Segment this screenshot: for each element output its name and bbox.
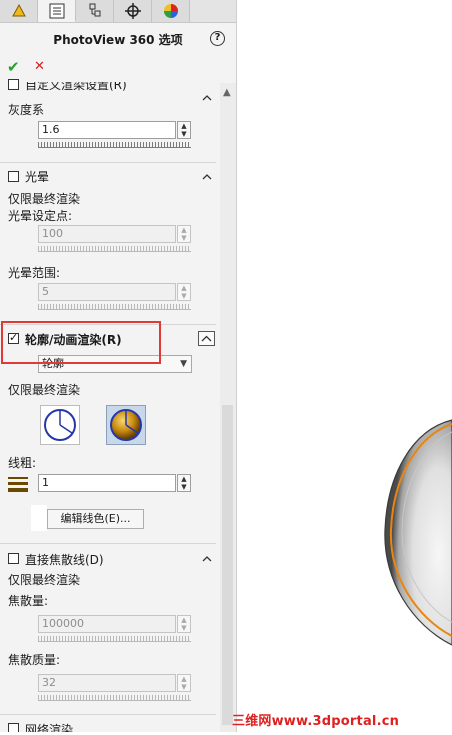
caustics-checkbox[interactable] [8,553,19,564]
chevron-up-icon [201,335,212,342]
shaded-contour-style-button[interactable] [106,405,146,445]
graphics-viewport[interactable] [237,0,452,732]
panel-scrollbar[interactable]: ▲ [220,83,236,732]
tab-configuration-manager[interactable] [76,0,114,22]
contour-final-only-label: 仅限最终渲染 [8,383,81,397]
annotation-highlight-box [1,321,161,364]
scrollbar-thumb[interactable] [222,405,233,725]
caustics-heading: 直接焦散线(D) [25,553,104,567]
outline-sphere-icon [44,409,76,441]
gamma-slider[interactable] [38,142,191,148]
chevron-up-icon[interactable] [201,553,213,565]
caustics-quality-input: 32 [38,674,176,692]
configuration-manager-icon [89,3,101,17]
contour-collapse-button[interactable] [198,331,215,346]
caustics-quality-slider [38,695,191,701]
bloom-setpoint-input: 100 [38,225,176,243]
bloom-heading: 光晕 [25,170,50,184]
line-width-input[interactable]: 1 [38,474,176,492]
gamma-spinbox[interactable]: 1.6 ▲ ▼ [38,121,192,149]
chevron-up-icon[interactable] [201,92,213,104]
scroll-up-icon[interactable]: ▲ [223,87,231,98]
line-width-arrows[interactable]: ▲ ▼ [177,474,191,492]
caustics-amount-arrows: ▲ ▼ [177,615,191,633]
tab-property-manager[interactable] [38,0,76,22]
caustics-quality-arrows: ▲ ▼ [177,674,191,692]
close-icon: ✕ [34,59,45,74]
section-divider [0,543,216,544]
feature-manager-icon [12,3,26,17]
caustics-quality-label: 焦散质量: [8,653,61,667]
custom-render-heading: 自定义渲染设置(R) [25,78,127,92]
chevron-up-icon[interactable] [201,171,213,183]
help-icon[interactable]: ? [210,31,225,46]
caustics-quality-spinbox: 32 ▲ ▼ [38,674,192,702]
edit-line-color-button[interactable]: 编辑线色(E)... [47,509,144,529]
gamma-spin-arrows[interactable]: ▲ ▼ [177,121,191,139]
color-wheel-icon [164,4,178,18]
network-render-checkbox[interactable] [8,723,19,732]
shaded-sphere-icon [110,409,142,441]
caustics-amount-spinbox: 100000 ▲ ▼ [38,615,192,643]
line-color-swatch [31,505,47,531]
section-divider [0,162,216,163]
bloom-range-input: 5 [38,283,176,301]
panel-title: PhotoView 360 选项 [53,33,183,47]
chevron-down-icon: ▼ [180,359,187,369]
bloom-setpoint-spinbox: 100 ▲ ▼ [38,225,192,253]
bloom-range-label: 光晕范围: [8,266,61,280]
property-manager-icon [49,3,65,19]
bloom-setpoint-label: 光晕设定点: [8,209,73,223]
section-divider [0,714,216,715]
caustics-final-only-label: 仅限最终渲染 [8,573,81,587]
tab-dimxpert[interactable] [114,0,152,22]
gamma-input[interactable]: 1.6 [38,121,176,139]
property-manager-panel: PhotoView 360 选项 ? ✔ ✕ ▲ 自定义渲染设置(R) 灰度系 … [0,0,237,732]
line-width-label: 线粗: [8,456,37,470]
model-preview [384,419,452,646]
line-width-spinbox[interactable]: 1 ▲ ▼ [38,474,192,502]
bloom-checkbox[interactable] [8,171,19,182]
custom-render-checkbox[interactable] [8,79,19,90]
bloom-final-only-label: 仅限最终渲染 [8,192,81,206]
network-render-heading: 网络渲染 [25,723,74,732]
tab-display-manager[interactable] [152,0,190,22]
bloom-range-slider [38,304,191,310]
crosshair-icon [125,3,141,19]
contour-only-style-button[interactable] [40,405,80,445]
watermark-text: 三维网www.3dportal.cn [232,714,400,729]
manager-tabs [0,0,236,23]
tab-feature-manager[interactable] [0,0,38,22]
caustics-amount-slider [38,636,191,642]
caustics-amount-input: 100000 [38,615,176,633]
line-thickness-icon [8,477,28,492]
ok-button[interactable]: ✔ [7,58,20,76]
checkmark-icon: ✔ [7,58,20,76]
bloom-setpoint-slider [38,246,191,252]
gamma-label: 灰度系 [8,103,45,117]
caustics-amount-label: 焦散量: [8,594,49,608]
bloom-range-spinbox: 5 ▲ ▼ [38,283,192,311]
bloom-range-arrows: ▲ ▼ [177,283,191,301]
cancel-button[interactable]: ✕ [34,59,45,74]
bloom-setpoint-arrows: ▲ ▼ [177,225,191,243]
